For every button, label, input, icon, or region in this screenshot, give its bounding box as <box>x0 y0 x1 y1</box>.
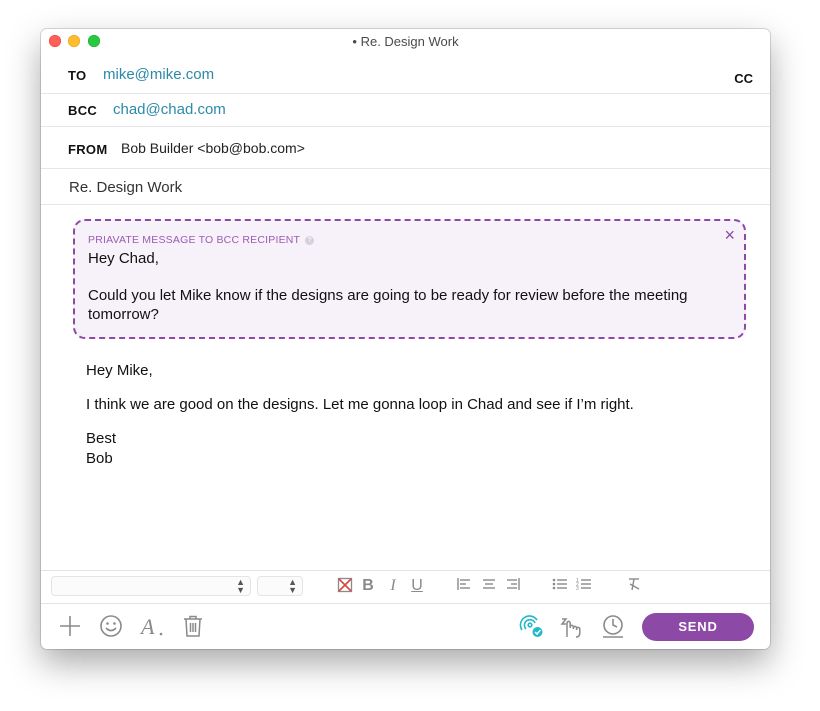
private-message-box: PRIAVATE MESSAGE TO BCC RECIPIENT? × Hey… <box>73 219 746 339</box>
align-center-icon[interactable] <box>480 577 498 595</box>
close-icon[interactable]: × <box>724 225 735 246</box>
trash-icon[interactable] <box>180 613 206 639</box>
subject-row: Re. Design Work <box>41 169 770 205</box>
private-message-body[interactable]: Could you let Mike know if the designs a… <box>88 286 688 324</box>
read-receipt-icon[interactable] <box>518 613 544 639</box>
add-icon[interactable] <box>57 613 83 639</box>
from-row: FROM Bob Builder <bob@bob.com> <box>41 127 770 169</box>
private-message-greeting[interactable]: Hey Chad, <box>88 250 159 267</box>
chevron-updown-icon: ▲ ▼ <box>236 577 245 595</box>
bullet-list-icon[interactable] <box>551 577 569 595</box>
to-row: TO mike@mike.com CC <box>41 53 770 94</box>
bold-icon[interactable]: B <box>359 577 377 595</box>
clear-format-icon[interactable] <box>625 577 643 595</box>
from-field[interactable]: Bob Builder <bob@bob.com> <box>121 140 305 156</box>
window-title: • Re. Design Work <box>352 34 459 49</box>
align-left-icon[interactable] <box>455 577 473 595</box>
private-message-header-label: PRIAVATE MESSAGE TO BCC RECIPIENT <box>88 234 301 246</box>
cc-toggle[interactable]: CC <box>734 71 753 86</box>
italic-icon[interactable]: I <box>384 577 402 595</box>
subject-field[interactable]: Re. Design Work <box>69 179 182 196</box>
clear-color-icon[interactable] <box>336 577 354 595</box>
to-label: TO <box>68 68 87 83</box>
bcc-label: BCC <box>68 103 98 118</box>
title-bar: • Re. Design Work <box>41 29 770 53</box>
chevron-updown-icon: ▲ ▼ <box>288 577 297 595</box>
send-button[interactable]: SEND <box>642 613 754 641</box>
numbered-list-icon[interactable]: 123 <box>575 577 593 595</box>
snooze-icon[interactable] <box>559 613 585 639</box>
message-signature[interactable]: Bob <box>86 449 113 469</box>
message-body[interactable]: I think we are good on the designs. Let … <box>86 395 634 415</box>
bottom-toolbar: A SEND <box>41 603 770 649</box>
help-icon[interactable]: ? <box>305 236 315 245</box>
bcc-row: BCC chad@chad.com <box>41 94 770 127</box>
message-closing[interactable]: Best <box>86 429 116 449</box>
font-select[interactable]: ▲ ▼ <box>51 576 251 596</box>
emoji-icon[interactable] <box>98 613 124 639</box>
message-greeting[interactable]: Hey Mike, <box>86 361 153 381</box>
underline-icon[interactable]: U <box>408 577 426 595</box>
to-field[interactable]: mike@mike.com <box>103 66 214 83</box>
align-right-icon[interactable] <box>504 577 522 595</box>
size-select[interactable]: ▲ ▼ <box>257 576 303 596</box>
svg-text:A: A <box>139 614 155 639</box>
private-message-header: PRIAVATE MESSAGE TO BCC RECIPIENT? <box>88 234 315 246</box>
compose-window: • Re. Design Work TO mike@mike.com CC BC… <box>41 29 770 649</box>
format-toolbar: ▲ ▼ ▲ ▼ B I U 123 <box>41 570 770 604</box>
from-label: FROM <box>68 142 108 157</box>
svg-text:3: 3 <box>576 586 579 591</box>
schedule-icon[interactable] <box>600 613 626 639</box>
bcc-field[interactable]: chad@chad.com <box>113 101 226 118</box>
font-icon[interactable]: A <box>139 613 165 639</box>
